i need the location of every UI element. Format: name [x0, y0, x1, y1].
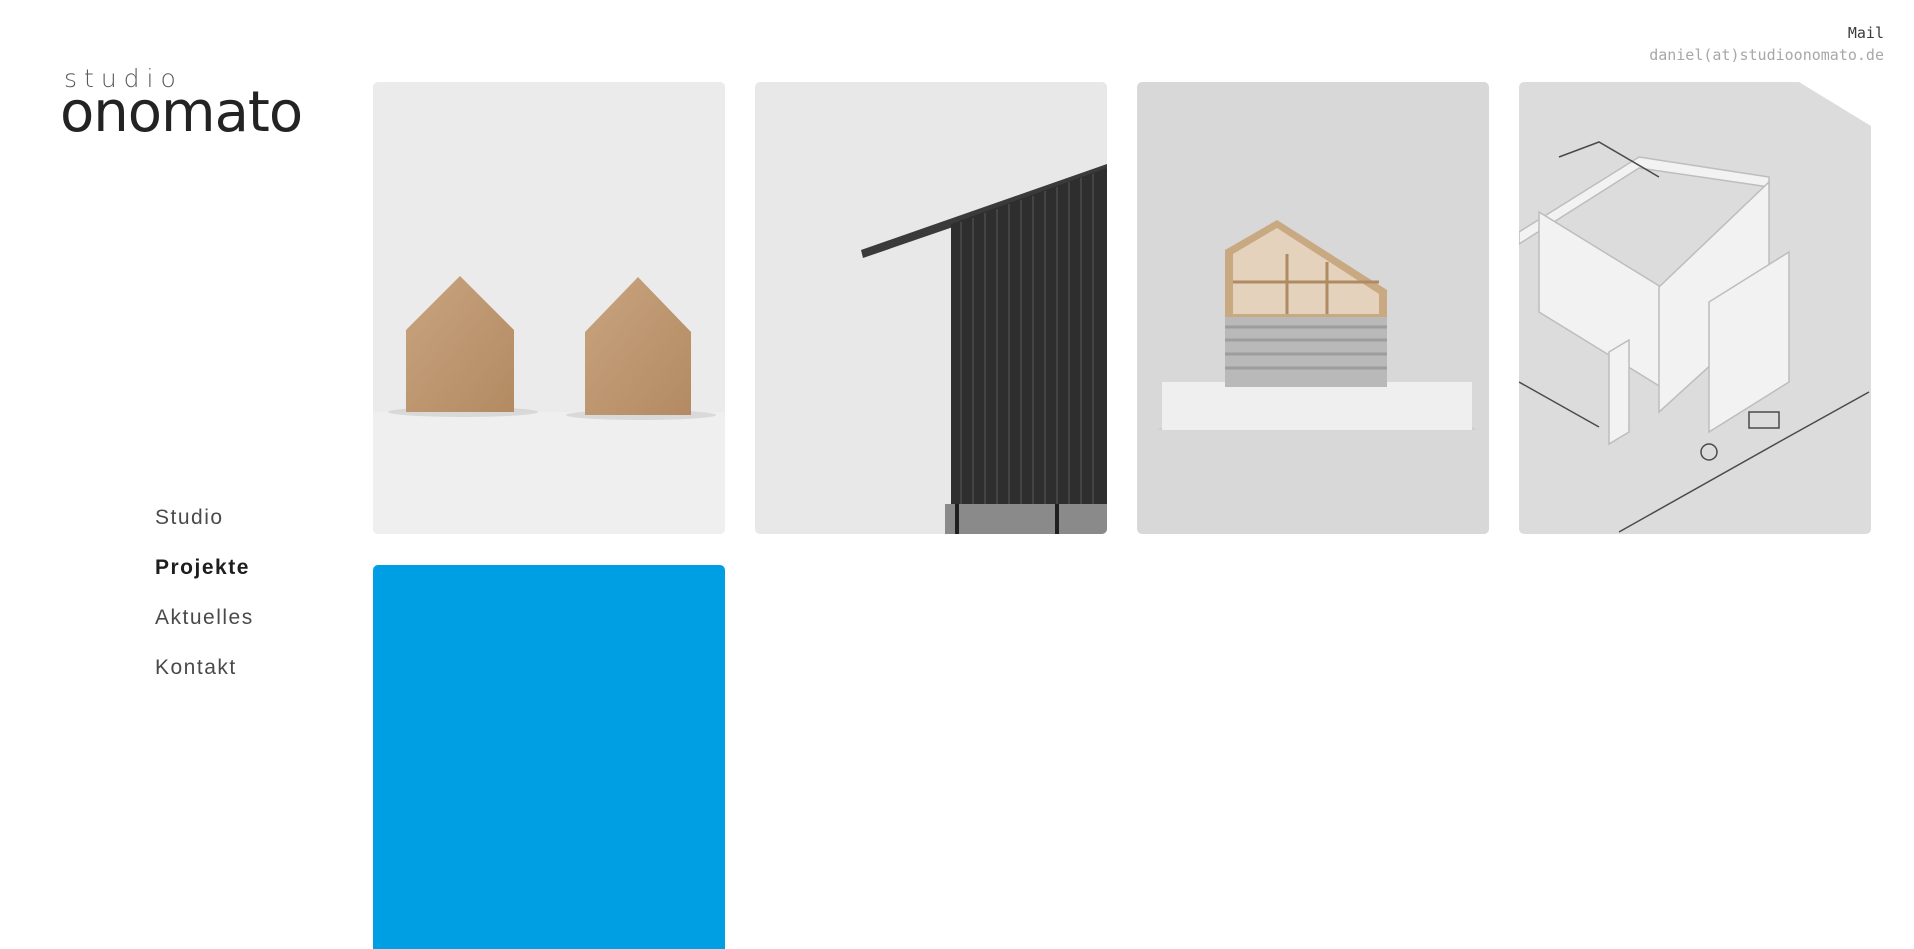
house-section-model-icon	[1137, 82, 1489, 534]
project-tile-1[interactable]	[373, 82, 725, 534]
nav-item-aktuelles[interactable]: Aktuelles	[155, 603, 254, 653]
white-floor-plan-model-icon	[1519, 82, 1871, 534]
project-tile-2[interactable]	[755, 82, 1107, 534]
logo-wordmark-main: onomato	[60, 80, 303, 145]
project-tile-5[interactable]	[373, 565, 725, 949]
mail-address-link[interactable]: daniel(at)studioonomato.de	[1649, 44, 1884, 66]
nav-item-kontakt[interactable]: Kontakt	[155, 653, 254, 703]
main-navigation: Studio Projekte Aktuelles Kontakt	[155, 503, 254, 703]
dark-timber-facade-icon	[755, 82, 1107, 534]
project-tile-4[interactable]	[1519, 82, 1871, 534]
wooden-house-shapes-icon	[373, 82, 725, 534]
contact-block: Mail daniel(at)studioonomato.de	[1649, 22, 1884, 66]
project-tile-3[interactable]	[1137, 82, 1489, 534]
studio-logo[interactable]: studio onomato	[60, 66, 303, 145]
nav-item-studio[interactable]: Studio	[155, 503, 254, 553]
blue-color-field	[373, 565, 725, 949]
mail-label: Mail	[1847, 24, 1884, 42]
nav-item-projekte[interactable]: Projekte	[155, 553, 254, 603]
